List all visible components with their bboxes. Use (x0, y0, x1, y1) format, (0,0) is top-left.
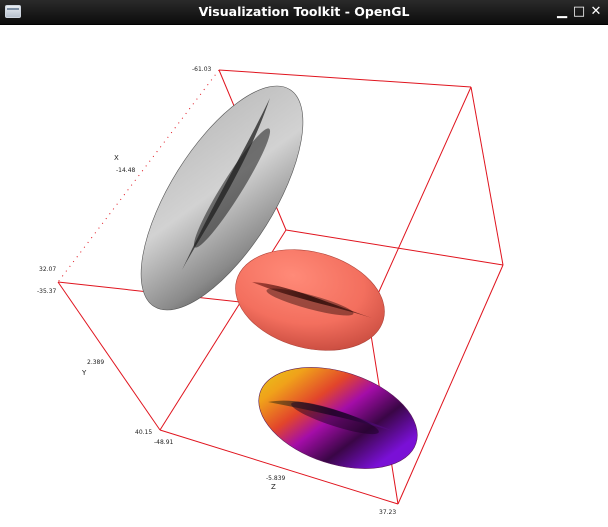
close-button[interactable]: ✕ (588, 4, 604, 20)
box-edge (397, 264, 504, 505)
minimize-button[interactable]: ▁ (554, 4, 570, 20)
salmon-torus (235, 249, 385, 351)
vtk-window: Visualization Toolkit - OpenGL ▁ □ ✕ -61… (0, 0, 608, 527)
z-axis-title: Z (271, 483, 276, 491)
rainbow-torus (258, 367, 418, 469)
box-edge (470, 86, 504, 266)
y-tick-label: 2.389 (87, 359, 104, 366)
z-tick-label: -48.91 (154, 439, 174, 446)
y-tick-label: 40.15 (135, 429, 152, 436)
z-tick-label: 37.23 (379, 509, 396, 516)
x-tick-label: 32.07 (39, 266, 56, 273)
y-tick-label: -35.37 (37, 288, 57, 295)
title-bar[interactable]: Visualization Toolkit - OpenGL ▁ □ ✕ (0, 0, 608, 25)
box-edge (218, 69, 472, 88)
x-tick-label: -61.03 (192, 66, 212, 73)
x-tick-label: -14.48 (116, 167, 136, 174)
window-title: Visualization Toolkit - OpenGL (198, 4, 410, 19)
maximize-button[interactable]: □ (571, 4, 587, 20)
z-tick-label: -5.839 (266, 475, 286, 482)
render-viewport[interactable]: -61.03 -14.48 32.07 -35.37 2.389 40.15 -… (0, 25, 608, 527)
y-axis-title: Y (81, 369, 87, 377)
box-edge (57, 281, 161, 431)
x-axis-title: X (114, 154, 119, 162)
box-edge (367, 86, 472, 317)
